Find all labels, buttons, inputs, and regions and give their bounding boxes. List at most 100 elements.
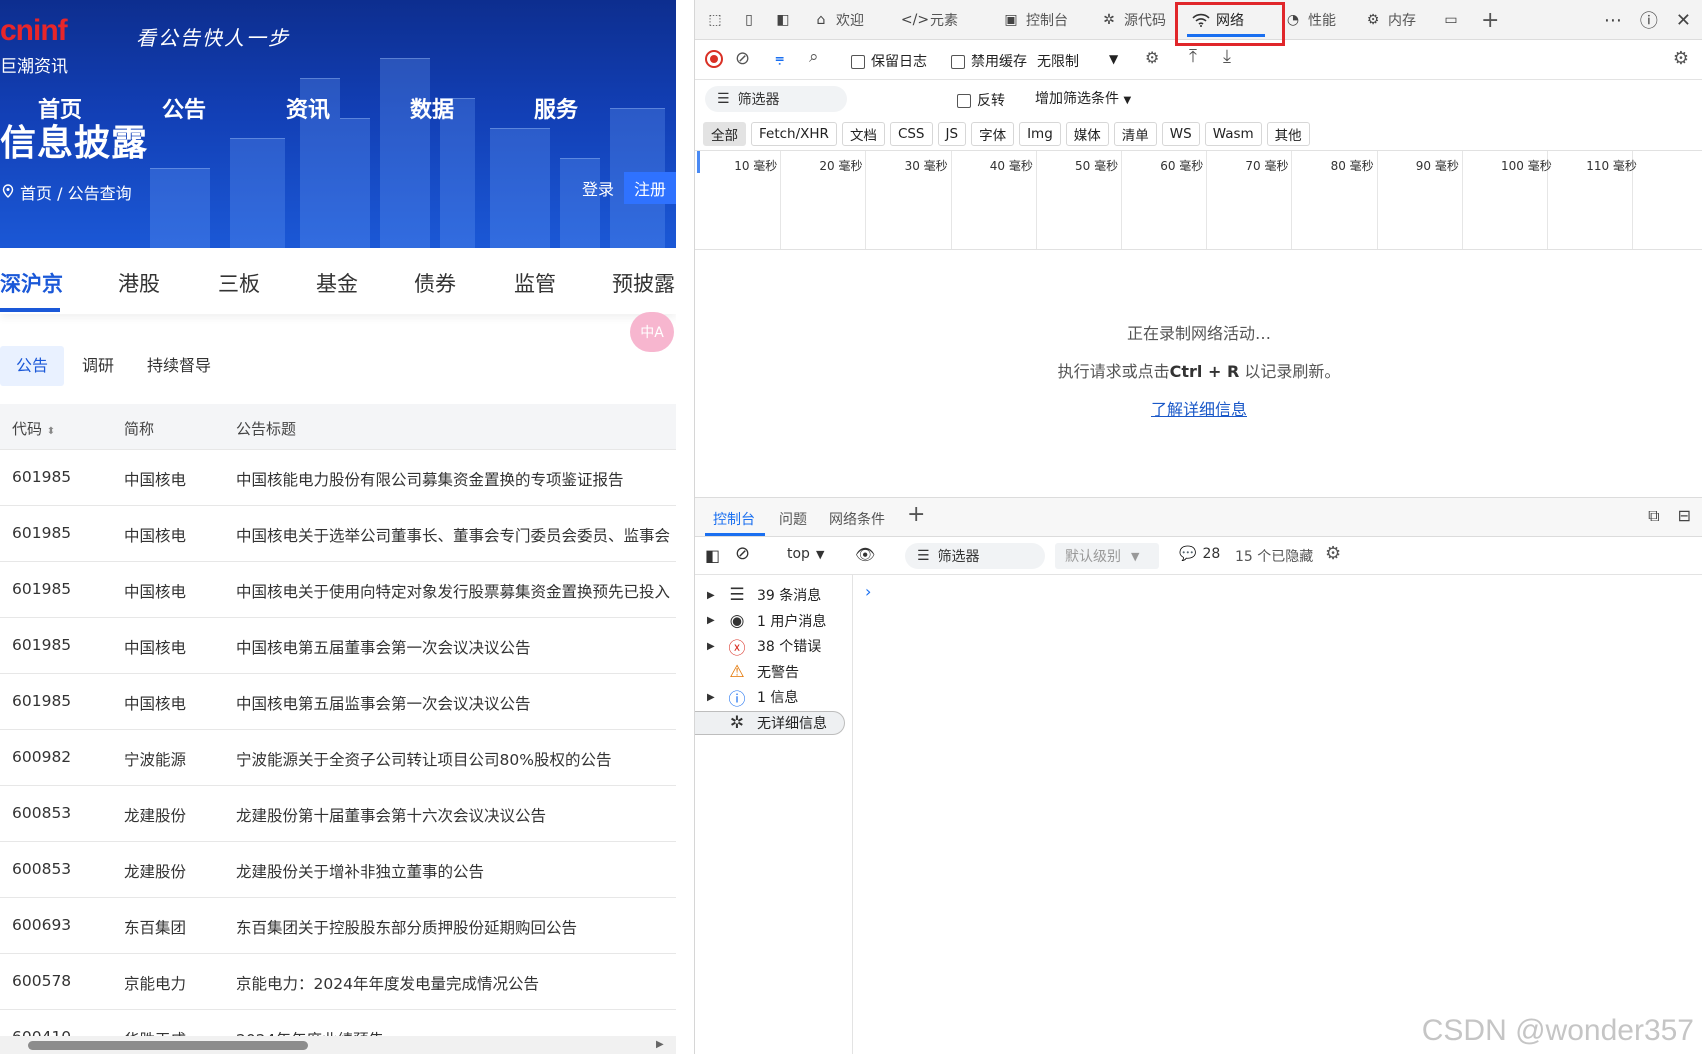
table-row[interactable]: 601985 中国核电 中国核电第五届监事会第一次会议决议公告 bbox=[0, 674, 676, 730]
nav-news[interactable]: 资讯 bbox=[286, 92, 330, 124]
console-filter-input[interactable]: ☰ 筛选器 bbox=[905, 543, 1045, 569]
clear-icon[interactable]: ⊘ bbox=[735, 48, 750, 69]
tab-regulation[interactable]: 监管 bbox=[514, 268, 556, 298]
subtab-supervision[interactable]: 持续督导 bbox=[147, 346, 211, 386]
dock-drawer-icon[interactable]: ⧉ bbox=[1648, 506, 1659, 526]
network-timeline[interactable]: 10 毫秒 20 毫秒 30 毫秒 40 毫秒 50 毫秒 60 毫秒 70 毫秒 80 毫秒… bbox=[695, 150, 1702, 250]
announcement-title[interactable]: 中国核能电力股份有限公司募集资金置换的专项鉴证报告 bbox=[236, 468, 624, 490]
type-filter-8[interactable]: 清单 bbox=[1113, 122, 1157, 146]
announcement-title[interactable]: 中国核电第五届董事会第一次会议决议公告 bbox=[236, 636, 531, 658]
issues-counter[interactable]: 💬 28 bbox=[1179, 546, 1220, 562]
subtab-announcements[interactable]: 公告 bbox=[0, 346, 64, 386]
sidebar-toggle-icon[interactable]: ◧ bbox=[705, 546, 720, 565]
device-toggle-icon[interactable]: ▯ bbox=[739, 0, 759, 40]
nav-announcements[interactable]: 公告 bbox=[162, 92, 206, 124]
tab-funds[interactable]: 基金 bbox=[316, 268, 358, 298]
type-filter-11[interactable]: 其他 bbox=[1266, 122, 1310, 146]
tab-bonds[interactable]: 债券 bbox=[414, 268, 456, 298]
announcement-title[interactable]: 龙建股份关于增补非独立董事的公告 bbox=[236, 860, 484, 882]
cninfo-logo[interactable]: cninf 巨潮资讯 bbox=[0, 8, 120, 77]
table-row[interactable]: 600982 宁波能源 宁波能源关于全资子公司转让项目公司80%股权的公告 bbox=[0, 730, 676, 786]
throttle-select[interactable]: 无限制 bbox=[1037, 51, 1079, 71]
console-sidebar-item[interactable]: ▶ ⓧ 38 个错误 bbox=[707, 634, 821, 659]
add-tab-icon[interactable]: + bbox=[1481, 0, 1499, 40]
tab-elements[interactable]: </> 元素 bbox=[901, 0, 958, 40]
subtab-research[interactable]: 调研 bbox=[82, 346, 114, 386]
register-button[interactable]: 注册 bbox=[623, 172, 676, 204]
login-button[interactable]: 登录 bbox=[572, 172, 624, 204]
announcement-title[interactable]: 京能电力：2024年年度发电量完成情况公告 bbox=[236, 972, 539, 994]
drawer-add-tab-icon[interactable]: + bbox=[907, 502, 925, 527]
announcement-title[interactable]: 宁波能源关于全资子公司转让项目公司80%股权的公告 bbox=[236, 748, 611, 770]
drawer-tab-network-conditions[interactable]: 网络条件 bbox=[829, 509, 885, 529]
drawer-tab-issues[interactable]: 问题 bbox=[779, 509, 807, 529]
col-code[interactable]: 代码 ⬍ bbox=[12, 418, 55, 439]
network-conditions-icon[interactable]: ⚙ bbox=[1145, 48, 1159, 67]
console-sidebar-item[interactable]: ✲ 无详细信息 bbox=[695, 710, 845, 735]
announcement-title[interactable]: 中国核电关于选举公司董事长、董事会专门委员会委员、监事会 bbox=[236, 524, 670, 546]
learn-more-link[interactable]: 了解详细信息 bbox=[695, 396, 1702, 420]
console-sidebar-item[interactable]: ▶ ◉ 1 用户消息 bbox=[707, 609, 826, 633]
help-icon[interactable]: ⓘ bbox=[1640, 7, 1658, 33]
table-row[interactable]: 601985 中国核电 中国核电关于使用向特定对象发行股票募集资金置换预先已投入 bbox=[0, 562, 676, 618]
table-row[interactable]: 601985 中国核电 中国核电关于选举公司董事长、董事会专门委员会委员、监事会 bbox=[0, 506, 676, 562]
invert-checkbox[interactable]: 反转 bbox=[957, 90, 1005, 110]
panel-icon[interactable]: ▭ bbox=[1441, 0, 1461, 40]
tab-welcome[interactable]: ⌂ 欢迎 bbox=[811, 0, 864, 40]
expand-arrow-icon[interactable]: ▶ bbox=[707, 615, 717, 626]
tab-console[interactable]: ▣ 控制台 bbox=[1001, 0, 1068, 40]
type-filter-7[interactable]: 媒体 bbox=[1065, 122, 1109, 146]
tab-pre-disclosure[interactable]: 预披露 bbox=[612, 268, 675, 298]
network-filter-input[interactable]: ☰ 筛选器 bbox=[705, 86, 847, 112]
drawer-tab-console[interactable]: 控制台 bbox=[713, 509, 755, 529]
console-settings-icon[interactable]: ⚙ bbox=[1325, 543, 1341, 564]
filter-toggle-icon[interactable]: ⩦ bbox=[775, 48, 784, 68]
tab-performance[interactable]: ◔ 性能 bbox=[1283, 0, 1336, 40]
announcement-title[interactable]: 龙建股份第十届董事会第十六次会议决议公告 bbox=[236, 804, 546, 826]
more-icon[interactable]: ⋯ bbox=[1604, 10, 1622, 31]
log-level-select[interactable]: 默认级别 ▼ bbox=[1055, 543, 1159, 569]
type-filter-5[interactable]: 字体 bbox=[971, 122, 1015, 146]
console-sidebar-item[interactable]: ⚠ 无警告 bbox=[707, 660, 799, 684]
nav-services[interactable]: 服务 bbox=[534, 92, 578, 124]
table-row[interactable]: 601985 中国核电 中国核能电力股份有限公司募集资金置换的专项鉴证报告 bbox=[0, 450, 676, 506]
announcement-title[interactable]: 中国核电关于使用向特定对象发行股票募集资金置换预先已投入 bbox=[236, 580, 670, 602]
preserve-log-checkbox[interactable]: 保留日志 bbox=[851, 51, 927, 71]
announcement-title[interactable]: 东百集团关于控股股东部分质押股份延期购回公告 bbox=[236, 916, 577, 938]
breadcrumb-text[interactable]: 首页 / 公告查询 bbox=[20, 180, 132, 204]
table-row[interactable]: 600853 龙建股份 龙建股份第十届董事会第十六次会议决议公告 bbox=[0, 786, 676, 842]
download-icon[interactable]: ⤓ bbox=[1223, 46, 1231, 67]
type-filter-3[interactable]: CSS bbox=[889, 122, 933, 146]
tab-sources[interactable]: ✲ 源代码 bbox=[1099, 0, 1166, 40]
close-icon[interactable]: ✕ bbox=[1676, 10, 1691, 31]
inspect-icon[interactable]: ⬚ bbox=[705, 0, 725, 40]
record-icon[interactable] bbox=[705, 50, 723, 68]
type-filter-2[interactable]: 文档 bbox=[841, 122, 885, 146]
console-sidebar-item[interactable]: ▶ ☰ 39 条消息 bbox=[707, 583, 821, 607]
more-filters-dropdown[interactable]: 增加筛选条件 ▼ bbox=[1035, 88, 1131, 108]
dock-icon[interactable]: ◧ bbox=[773, 0, 793, 40]
page-horizontal-scrollbar[interactable]: ▶ bbox=[0, 1036, 676, 1054]
tab-hk-stocks[interactable]: 港股 bbox=[118, 268, 160, 298]
type-filter-10[interactable]: Wasm bbox=[1204, 122, 1262, 146]
table-row[interactable]: 601985 中国核电 中国核电第五届董事会第一次会议决议公告 bbox=[0, 618, 676, 674]
table-row[interactable]: 600853 龙建股份 龙建股份关于增补非独立董事的公告 bbox=[0, 842, 676, 898]
expand-arrow-icon[interactable]: ▶ bbox=[707, 692, 717, 703]
search-icon[interactable]: ⌕ bbox=[809, 47, 819, 67]
chevron-down-icon[interactable]: ▼ bbox=[1109, 52, 1118, 66]
console-sidebar-item[interactable]: ▶ ⓘ 1 信息 bbox=[707, 685, 798, 710]
tab-neeq[interactable]: 三板 bbox=[218, 268, 260, 298]
console-prompt-icon[interactable]: › bbox=[865, 582, 871, 601]
type-filter-6[interactable]: Img bbox=[1019, 122, 1061, 146]
nav-data[interactable]: 数据 bbox=[410, 92, 454, 124]
type-filter-9[interactable]: WS bbox=[1161, 122, 1200, 146]
table-row[interactable]: 600578 京能电力 京能电力：2024年年度发电量完成情况公告 bbox=[0, 954, 676, 1010]
console-clear-icon[interactable]: ⊘ bbox=[735, 543, 750, 564]
type-filter-4[interactable]: JS bbox=[937, 122, 967, 146]
live-expression-eye-icon[interactable]: 👁 bbox=[855, 545, 875, 564]
scroll-right-icon[interactable]: ▶ bbox=[656, 1039, 664, 1050]
expand-arrow-icon[interactable]: ▶ bbox=[707, 590, 717, 601]
expand-arrow-icon[interactable]: ▶ bbox=[707, 641, 717, 652]
settings-icon[interactable]: ⚙ bbox=[1673, 48, 1689, 69]
tab-shenhujing[interactable]: 深沪京 bbox=[0, 268, 63, 298]
